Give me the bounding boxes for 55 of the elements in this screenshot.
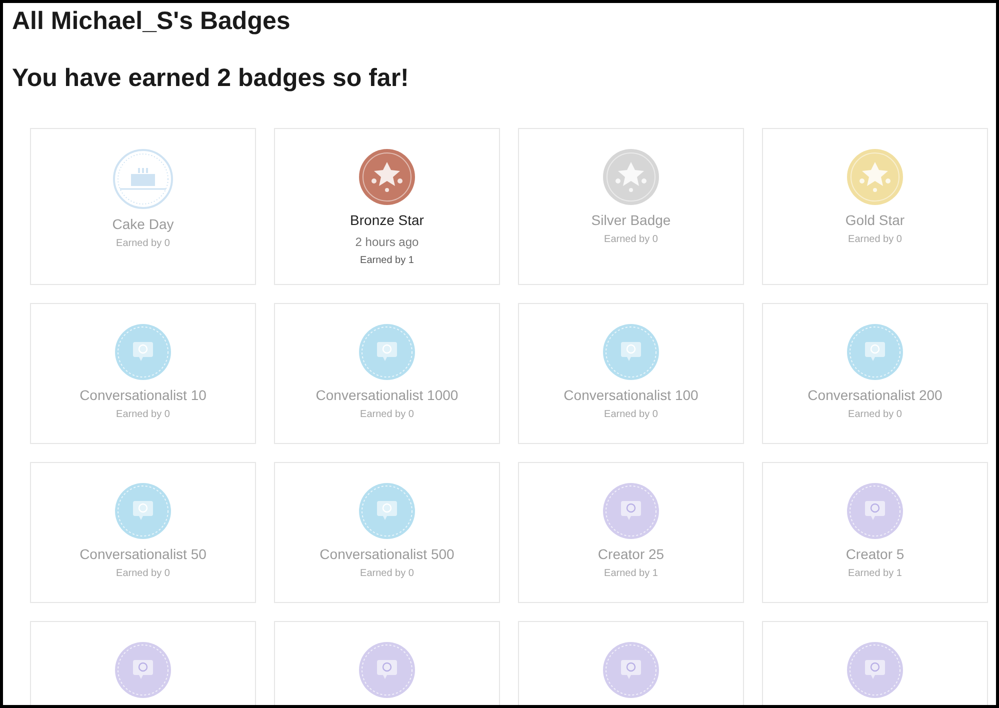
earned-count: Earned by 0 (116, 237, 170, 251)
badge-card[interactable]: Silver Badge Earned by 0 (518, 128, 744, 285)
badge-card[interactable]: Conversationalist 100 Earned by 0 (518, 303, 744, 444)
badge-name: Creator 5 (846, 545, 904, 563)
earned-count: Earned by 0 (604, 408, 658, 422)
badge-card[interactable]: Creator 25 Earned by 1 (518, 462, 744, 603)
earned-count: Earned by 0 (848, 408, 902, 422)
earned-count: Earned by 1 (848, 567, 902, 581)
badge-name: Conversationalist 10 (80, 386, 206, 404)
chat-bubble-badge-icon (602, 323, 660, 381)
earned-count: Earned by 0 (604, 233, 658, 247)
chat-bubble-badge-icon (114, 482, 172, 540)
chat-bubble-badge-icon (846, 323, 904, 381)
badge-name: Conversationalist 50 (80, 545, 206, 563)
badge-card[interactable]: Creator 5 Earned by 1 (762, 462, 988, 603)
chat-bubble-badge-icon (358, 641, 416, 699)
chat-bubble-badge-icon (114, 323, 172, 381)
earned-count: Earned by 0 (116, 567, 170, 581)
badge-name: Conversationalist 200 (808, 386, 942, 404)
earned-count: Earned by 0 (116, 408, 170, 422)
badge-card[interactable]: Conversationalist 1000 Earned by 0 (274, 303, 500, 444)
badge-card[interactable]: Conversationalist 200 Earned by 0 (762, 303, 988, 444)
badge-name: Bronze Star (350, 211, 424, 229)
earned-count: Earned by 0 (360, 567, 414, 581)
chat-bubble-badge-icon (846, 482, 904, 540)
badge-card[interactable]: Conversationalist 10 Earned by 0 (30, 303, 256, 444)
star-medal-icon (846, 148, 904, 206)
chat-bubble-badge-icon (114, 641, 172, 699)
earned-count: Earned by 0 (360, 408, 414, 422)
badge-name: Conversationalist 1000 (316, 386, 458, 404)
badge-card[interactable]: Cake Day Earned by 0 (30, 128, 256, 285)
badge-card[interactable]: Conversationalist 50 Earned by 0 (30, 462, 256, 603)
page-title: All Michael_S's Badges (11, 6, 292, 37)
star-medal-icon (358, 148, 416, 206)
chat-bubble-badge-icon (358, 482, 416, 540)
earned-count: Earned by 1 (604, 567, 658, 581)
cake-badge-icon (112, 148, 174, 210)
badge-card[interactable]: Bronze Star 2 hours ago Earned by 1 (274, 128, 500, 285)
star-medal-icon (602, 148, 660, 206)
badge-name: Silver Badge (591, 211, 671, 229)
badge-name: Gold Star (845, 211, 905, 229)
badge-card[interactable]: Conversationalist 500 Earned by 0 (274, 462, 500, 603)
chat-bubble-badge-icon (846, 641, 904, 699)
earned-time: 2 hours ago (355, 234, 419, 250)
badge-name: Cake Day (112, 215, 174, 233)
earned-count: Earned by 1 (360, 254, 414, 268)
badge-name: Conversationalist 100 (564, 386, 698, 404)
badge-name: Creator 25 (598, 545, 664, 563)
earned-count: Earned by 0 (848, 233, 902, 247)
badge-name: Conversationalist 500 (320, 545, 454, 563)
badge-count-heading: You have earned 2 badges so far! (11, 63, 410, 94)
chat-bubble-badge-icon (358, 323, 416, 381)
badge-card[interactable]: Gold Star Earned by 0 (762, 128, 988, 285)
chat-bubble-badge-icon (602, 482, 660, 540)
chat-bubble-badge-icon (602, 641, 660, 699)
